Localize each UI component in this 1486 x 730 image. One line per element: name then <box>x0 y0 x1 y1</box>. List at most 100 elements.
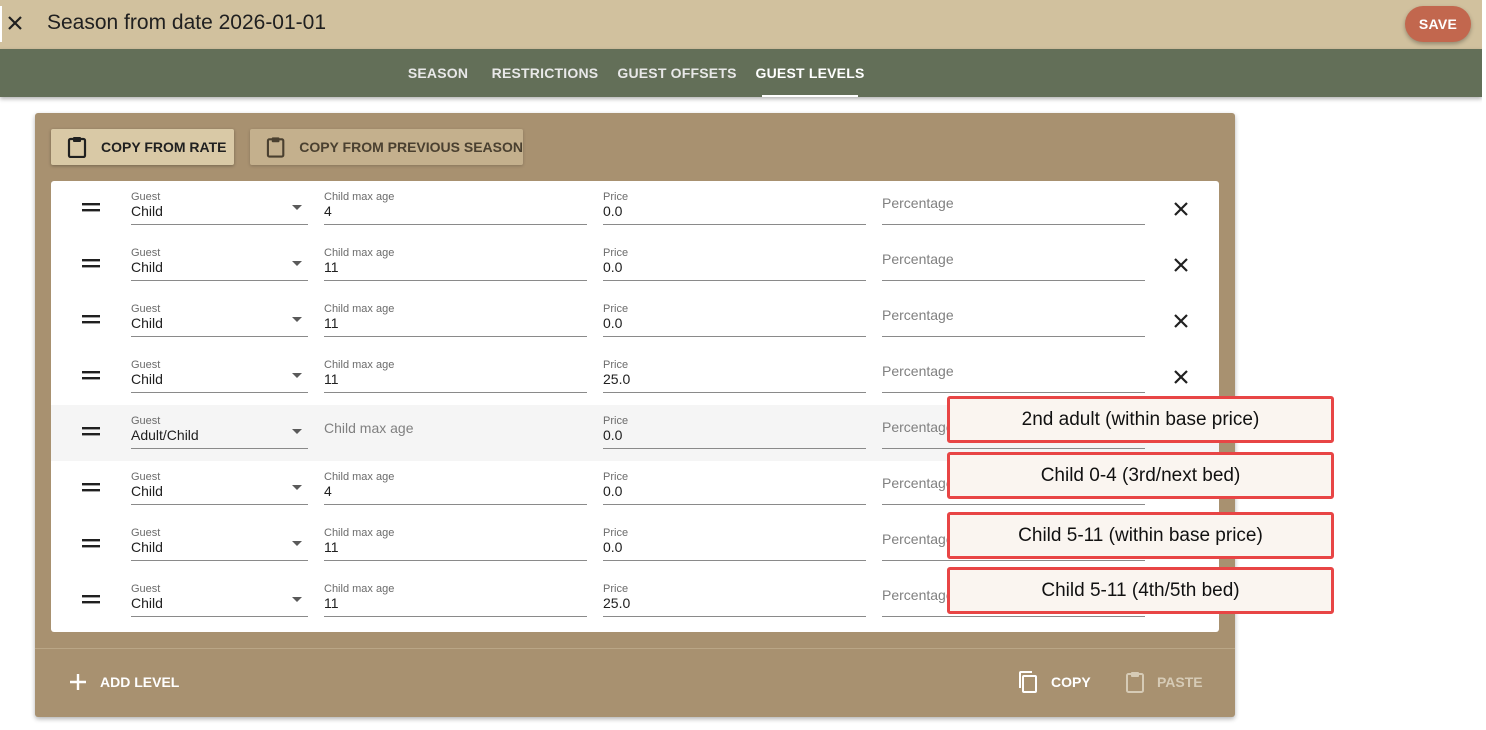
annotation-label: Child 0-4 (3rd/next bed) <box>947 452 1334 499</box>
child-max-age-value: 11 <box>324 371 339 387</box>
child-max-age-label: Child max age <box>324 247 395 259</box>
copy-from-rate-button[interactable]: COPY FROM RATE <box>51 129 234 165</box>
close-icon[interactable] <box>1173 369 1189 385</box>
guest-field-label: Guest <box>131 527 161 539</box>
dropdown-arrow-icon <box>292 485 302 490</box>
price-field[interactable]: Price 25.0 <box>603 581 866 617</box>
copy-button[interactable]: COPY <box>1017 666 1091 698</box>
page-title: Season from date 2026-01-01 <box>47 11 327 34</box>
drag-handle-icon[interactable] <box>82 539 100 549</box>
percentage-placeholder: Percentage <box>882 251 954 267</box>
dropdown-arrow-icon <box>292 429 302 434</box>
guest-select[interactable]: Guest Child <box>131 245 308 281</box>
price-label: Price <box>603 303 629 315</box>
tab-season[interactable]: SEASON <box>402 49 474 97</box>
close-icon[interactable] <box>1173 201 1189 217</box>
guest-field-label: Guest <box>131 359 161 371</box>
copy-from-previous-season-button[interactable]: COPY FROM PREVIOUS SEASON <box>250 129 523 165</box>
percentage-placeholder: Percentage <box>882 195 954 211</box>
guest-value: Child <box>131 203 163 219</box>
percentage-placeholder: Percentage <box>882 531 954 547</box>
tab-bar: SEASON RESTRICTIONS GUEST OFFSETS GUEST … <box>0 49 1482 97</box>
left-edge-divider <box>0 6 2 42</box>
paste-button[interactable]: PASTE <box>1125 666 1203 698</box>
tab-guest-offsets[interactable]: GUEST OFFSETS <box>616 49 738 97</box>
child-max-age-label: Child max age <box>324 191 395 203</box>
drag-handle-icon[interactable] <box>82 595 100 605</box>
child-max-age-field[interactable]: Child max age 11 <box>324 525 587 561</box>
price-label: Price <box>603 583 629 595</box>
child-max-age-field[interactable]: Child max age 11 <box>324 301 587 337</box>
guest-field-label: Guest <box>131 191 161 203</box>
price-field[interactable]: Price 0.0 <box>603 301 866 337</box>
child-max-age-field[interactable]: Child max age 4 <box>324 469 587 505</box>
add-level-label: ADD LEVEL <box>100 674 180 690</box>
guest-select[interactable]: Guest Child <box>131 581 308 617</box>
dropdown-arrow-icon <box>292 541 302 546</box>
guest-select[interactable]: Guest Child <box>131 189 308 225</box>
tab-guest-levels[interactable]: GUEST LEVELS <box>756 49 864 97</box>
price-field[interactable]: Price 0.0 <box>603 413 866 449</box>
drag-handle-icon[interactable] <box>82 203 100 213</box>
price-value: 0.0 <box>603 427 623 443</box>
guest-select[interactable]: Guest Child <box>131 469 308 505</box>
percentage-field[interactable]: Percentage <box>882 189 1145 225</box>
price-label: Price <box>603 471 629 483</box>
guest-value: Child <box>131 259 163 275</box>
child-max-age-field[interactable]: Child max age 4 <box>324 189 587 225</box>
price-field[interactable]: Price 0.0 <box>603 189 866 225</box>
child-max-age-value: 4 <box>324 483 332 499</box>
tab-restrictions[interactable]: RESTRICTIONS <box>490 49 600 97</box>
child-max-age-field[interactable]: Child max age <box>324 413 587 449</box>
plus-icon <box>70 674 86 690</box>
price-field[interactable]: Price 0.0 <box>603 245 866 281</box>
price-value: 0.0 <box>603 315 623 331</box>
drag-handle-icon[interactable] <box>82 259 100 269</box>
guest-select[interactable]: Guest Child <box>131 525 308 561</box>
guest-field-label: Guest <box>131 303 161 315</box>
guest-select[interactable]: Guest Child <box>131 357 308 393</box>
price-field[interactable]: Price 0.0 <box>603 469 866 505</box>
price-label: Price <box>603 191 629 203</box>
dropdown-arrow-icon <box>292 373 302 378</box>
child-max-age-field[interactable]: Child max age 11 <box>324 357 587 393</box>
clipboard-icon <box>1126 672 1144 693</box>
guest-value: Child <box>131 483 163 499</box>
child-max-age-value: 11 <box>324 539 339 555</box>
price-value: 0.0 <box>603 539 623 555</box>
close-icon[interactable] <box>1173 257 1189 273</box>
drag-handle-icon[interactable] <box>82 315 100 325</box>
price-label: Price <box>603 527 629 539</box>
child-max-age-value: 11 <box>324 315 339 331</box>
drag-handle-icon[interactable] <box>82 427 100 437</box>
price-field[interactable]: Price 25.0 <box>603 357 866 393</box>
percentage-field[interactable]: Percentage <box>882 245 1145 281</box>
child-max-age-field[interactable]: Child max age 11 <box>324 581 587 617</box>
save-button[interactable]: SAVE <box>1405 6 1471 42</box>
annotation-label: Child 5-11 (4th/5th bed) <box>947 567 1334 614</box>
clipboard-icon <box>67 137 87 158</box>
price-label: Price <box>603 359 629 371</box>
drag-handle-icon[interactable] <box>82 483 100 493</box>
copy-label: COPY <box>1051 674 1091 690</box>
guest-select[interactable]: Guest Adult/Child <box>131 413 308 449</box>
child-max-age-label: Child max age <box>324 583 395 595</box>
guest-select[interactable]: Guest Child <box>131 301 308 337</box>
guest-field-label: Guest <box>131 583 161 595</box>
price-field[interactable]: Price 0.0 <box>603 525 866 561</box>
percentage-field[interactable]: Percentage <box>882 357 1145 393</box>
guest-field-label: Guest <box>131 415 161 427</box>
drag-handle-icon[interactable] <box>82 371 100 381</box>
percentage-placeholder: Percentage <box>882 307 954 323</box>
close-icon[interactable] <box>1173 313 1189 329</box>
percentage-field[interactable]: Percentage <box>882 301 1145 337</box>
level-row: Guest Child Child max age 4 Price 0.0 Percenta… <box>51 181 1219 237</box>
guest-field-label: Guest <box>131 247 161 259</box>
child-max-age-field[interactable]: Child max age 11 <box>324 245 587 281</box>
dropdown-arrow-icon <box>292 261 302 266</box>
add-level-button[interactable]: ADD LEVEL <box>68 666 179 698</box>
copy-from-rate-label: COPY FROM RATE <box>101 139 227 155</box>
child-max-age-value: 11 <box>324 259 339 275</box>
close-icon[interactable] <box>4 12 26 34</box>
percentage-placeholder: Percentage <box>882 363 954 379</box>
